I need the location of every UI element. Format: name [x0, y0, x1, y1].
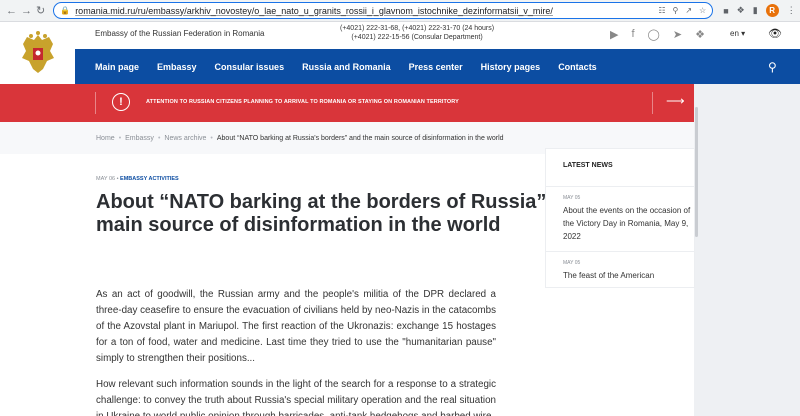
latest-news-panel: LATEST NEWS MAY 05 About the events on t…	[545, 148, 695, 288]
url-text: romania.mid.ru/ru/embassy/arkhiv_novoste…	[75, 5, 553, 16]
reload-icon[interactable]: ↻	[36, 4, 45, 18]
site: Embassy of the Russian Federation in Rom…	[0, 22, 800, 416]
nav-main-page[interactable]: Main page	[95, 62, 139, 72]
instagram-icon[interactable]: ◯	[648, 28, 660, 41]
warning-icon: !	[112, 93, 130, 111]
search-icon[interactable]: ⚲	[768, 60, 777, 74]
share-icon[interactable]: ↗	[685, 6, 692, 15]
language-label: en	[730, 29, 739, 38]
main-nav: Main page Embassy Consular issues Russia…	[0, 49, 800, 84]
article-paragraph: As an act of goodwill, the Russian army …	[96, 289, 496, 364]
scrollbar-thumb[interactable]	[695, 107, 698, 237]
puzzle-icon[interactable]: ❖	[737, 5, 745, 16]
news-date: MAY 05	[563, 195, 581, 201]
back-icon[interactable]: ←	[6, 4, 17, 18]
youtube-icon[interactable]: ▶	[610, 28, 618, 41]
article-body: As an act of goodwill, the Russian army …	[96, 287, 496, 416]
forward-icon[interactable]: →	[21, 4, 32, 18]
phone-numbers: (+4021) 222-31-68, (+4021) 222-31-70 (24…	[340, 24, 494, 42]
news-link[interactable]: The feast of the American	[563, 269, 693, 282]
extension-icon[interactable]: ■	[723, 6, 728, 16]
language-select[interactable]: en ▾	[730, 29, 745, 38]
alert-banner[interactable]: ! ATTENTION TO RUSSIAN CITIZENS PLANNING…	[0, 84, 694, 122]
article-category[interactable]: EMBASSY ACTIVITIES	[120, 176, 179, 182]
news-item[interactable]: MAY 05 The feast of the American	[546, 251, 694, 282]
browser-toolbar: ← → ↻ 🔒 romania.mid.ru/ru/embassy/arkhiv…	[0, 0, 800, 22]
latest-news-heading: LATEST NEWS	[546, 149, 694, 187]
breadcrumb-home[interactable]: Home	[96, 135, 115, 142]
breadcrumb-news-archive[interactable]: News archive	[164, 135, 206, 142]
site-name[interactable]: Embassy of the Russian Federation in Rom…	[95, 29, 264, 38]
alert-message[interactable]: ATTENTION TO RUSSIAN CITIZENS PLANNING T…	[146, 99, 459, 105]
news-item[interactable]: MAY 05 About the events on the occasion …	[546, 187, 694, 243]
nav-embassy[interactable]: Embassy	[157, 62, 197, 72]
chevron-down-icon: ▾	[741, 29, 746, 38]
news-link[interactable]: About the events on the occasion of the …	[563, 204, 693, 243]
breadcrumb-embassy[interactable]: Embassy	[125, 135, 154, 142]
nav-history-pages[interactable]: History pages	[481, 62, 541, 72]
bookmark-star-icon[interactable]: ☆	[699, 6, 706, 15]
lock-icon[interactable]: 🔒	[60, 6, 70, 15]
address-bar[interactable]: 🔒 romania.mid.ru/ru/embassy/arkhiv_novos…	[53, 2, 714, 19]
article-date: MAY 06	[96, 176, 116, 182]
menu-dots-icon[interactable]: ⋮	[787, 5, 796, 16]
sidepanel-icon[interactable]: ▮	[753, 5, 758, 16]
coat-of-arms-logo[interactable]	[0, 22, 75, 84]
breadcrumb-current: About “NATO barking at Russia's borders”…	[216, 134, 504, 142]
double-headed-eagle-icon	[21, 31, 54, 73]
divider	[652, 92, 653, 114]
accessibility-eye-icon[interactable]: 👁	[768, 27, 782, 40]
profile-avatar[interactable]: R	[765, 4, 779, 17]
nav-russia-and-romania[interactable]: Russia and Romania	[302, 62, 391, 72]
phone-line-1: (+4021) 222-31-68, (+4021) 222-31-70 (24…	[340, 25, 495, 32]
article-paragraph: How relevant such information sounds in …	[96, 379, 496, 416]
nav-press-center[interactable]: Press center	[409, 62, 463, 72]
translate-icon[interactable]: ☷	[658, 6, 665, 15]
nav-consular-issues[interactable]: Consular issues	[215, 62, 285, 72]
social-links: ▶ f ◯ ➤ ❖	[610, 28, 705, 41]
breadcrumb-separator: •	[157, 134, 161, 142]
divider	[95, 92, 96, 114]
news-date: MAY 05	[563, 260, 581, 266]
telegram-icon[interactable]: ➤	[673, 28, 682, 41]
arrow-right-icon[interactable]: ⟶	[666, 93, 685, 109]
breadcrumb-separator: •	[210, 134, 213, 142]
article-meta: MAY 06 • EMBASSY ACTIVITIES	[96, 176, 179, 182]
breadcrumb-separator: •	[118, 134, 122, 142]
site-topbar: Embassy of the Russian Federation in Rom…	[0, 22, 800, 84]
nav-contacts[interactable]: Contacts	[558, 62, 597, 72]
facebook-icon[interactable]: f	[631, 28, 634, 41]
zoom-icon[interactable]: ⚲	[672, 6, 678, 15]
twitter-icon[interactable]: ❖	[695, 28, 705, 41]
phone-line-2: (+4021) 222-15-56 (Consular Department)	[351, 34, 483, 41]
